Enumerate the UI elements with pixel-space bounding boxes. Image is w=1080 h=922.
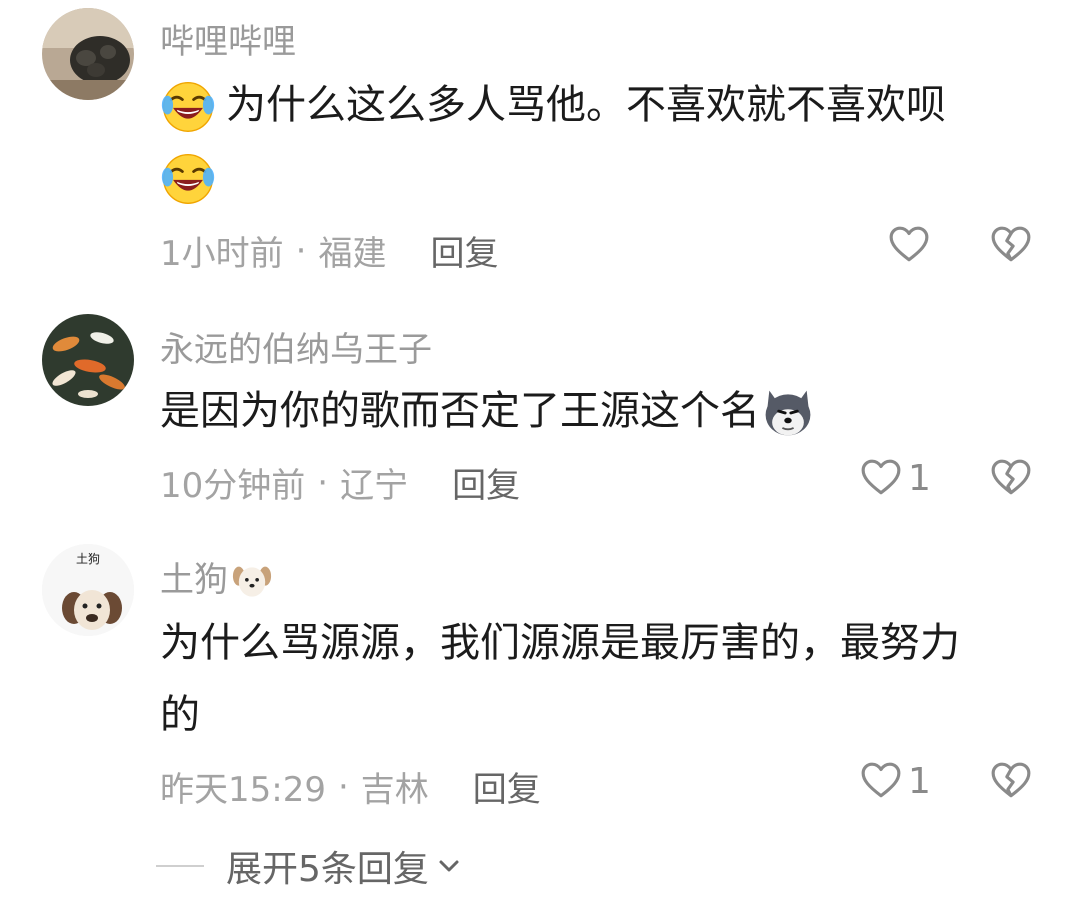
comment-time: 昨天15:29 [160,770,326,810]
username[interactable]: 永远的伯纳乌王子 [160,322,432,371]
husky-dog-emoji-icon [760,385,816,441]
comment-text-line: 的 [160,692,200,738]
avatar-caption: 土狗 [75,552,100,566]
comment-meta: 昨天15:29 · 吉林 回复 [160,762,541,811]
comment-text-line: 为什么这么多人骂他。不喜欢就不喜欢呗 [226,82,946,128]
comment-text: 是因为你的歌而否定了王源这个名 [160,376,816,446]
comment-text: 为什么这么多人骂他。不喜欢就不喜欢呗 [160,70,946,140]
chevron-down-icon [439,860,459,872]
broken-heart-outline-icon[interactable] [990,224,1032,266]
comment-text: 为什么骂源源，我们源源是最厉害的，最努力 [160,620,960,666]
comment-location: 辽宁 [340,466,409,506]
like-count: 1 [908,760,931,802]
heart-outline-icon [860,457,902,499]
comment-meta: 10分钟前 · 辽宁 回复 [160,458,520,507]
separator: · [317,462,329,503]
comment-time: 1小时前 [160,234,284,274]
like-count: 1 [908,457,931,499]
comment-location: 福建 [318,234,387,274]
comment-location: 吉林 [360,770,429,810]
comment-text-emoji-line [160,142,216,212]
expand-replies-button[interactable]: 展开5条回复 [156,840,463,892]
divider [156,865,204,867]
avatar[interactable] [42,314,134,406]
separator: · [337,766,349,807]
crying-laughing-emoji-icon [160,79,216,135]
puppy-face-emoji-icon [230,560,274,604]
broken-heart-outline-icon[interactable] [990,457,1032,499]
avatar[interactable]: 土狗 [42,544,134,636]
username-text: 土狗 [160,560,228,600]
like-button[interactable] [888,224,936,266]
heart-outline-icon [888,224,930,266]
expand-replies-label: 展开5条回复 [226,849,429,890]
reply-button[interactable]: 回复 [452,458,520,507]
username[interactable]: 哔哩哔哩 [160,14,296,63]
broken-heart-outline-icon[interactable] [990,760,1032,802]
crying-laughing-emoji-icon [160,151,216,207]
reply-button[interactable]: 回复 [473,762,541,811]
like-button[interactable]: 1 [860,760,931,802]
username[interactable]: 土狗 [160,552,274,604]
like-button[interactable]: 1 [860,457,931,499]
avatar[interactable] [42,8,134,100]
reply-button[interactable]: 回复 [430,226,498,275]
heart-outline-icon [860,760,902,802]
comment-meta: 1小时前 · 福建 回复 [160,226,498,275]
comment-time: 10分钟前 [160,466,306,506]
separator: · [295,230,307,271]
comment-text-line: 是因为你的歌而否定了王源这个名 [160,388,760,434]
